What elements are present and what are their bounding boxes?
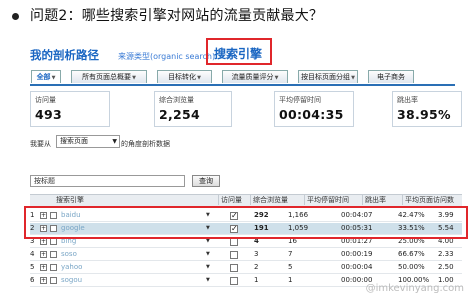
avg-time-cell: 00:00:19 <box>341 250 373 258</box>
visits-cell: 3 <box>254 250 259 258</box>
metric-value: 00:04:35 <box>279 107 344 122</box>
table-row[interactable]: 4 + soso ▼ 3 7 00:00:19 66.67% 2.33 <box>30 249 462 261</box>
tab-ecommerce[interactable]: 电子商务 <box>368 70 414 83</box>
dropdown-arrow-icon: ▼ <box>274 75 279 81</box>
watermark: @imkevinyang.com <box>365 283 464 294</box>
expand-icon[interactable]: + <box>40 238 47 245</box>
expand-icon[interactable]: + <box>40 277 47 284</box>
pages-cell: 2.33 <box>438 250 454 258</box>
row-select-box[interactable] <box>50 251 57 258</box>
engine-name[interactable]: soso <box>61 249 201 260</box>
metric-bounce-rate: 跳出率 38.95% <box>392 91 462 127</box>
bullet-icon <box>12 13 19 20</box>
metric-visits: 访问量 493 <box>30 91 110 127</box>
tab-goal-conversion[interactable]: 目标转化▼ <box>157 70 212 83</box>
metric-pageviews: 综合浏览量 2,254 <box>154 91 232 127</box>
dimension-select[interactable]: 搜索页面 ▼ <box>56 135 120 148</box>
metric-label: 综合浏览量 <box>159 96 194 104</box>
pageviews-cell: 1 <box>288 276 293 284</box>
col-pageviews[interactable]: 综合浏览量 <box>250 195 304 205</box>
metric-value: 493 <box>35 107 62 122</box>
avg-time-cell: 00:00:04 <box>341 263 373 271</box>
search-input[interactable]: 按标题 <box>30 175 185 187</box>
visits-cell: 2 <box>254 263 259 271</box>
table-row[interactable]: 5 + yahoo ▼ 2 5 00:00:04 50.00% 2.50 <box>30 262 462 274</box>
annotation-box-breadcrumb <box>206 38 272 65</box>
chevron-down-icon[interactable]: ▼ <box>206 275 212 286</box>
metric-label: 平均停留时间 <box>279 96 321 104</box>
question-heading: 问题2：哪些搜索引擎对网站的流量贡献最大？ <box>30 8 324 24</box>
tab-all[interactable]: 全部▼ <box>31 70 61 83</box>
annotation-box-top-engines <box>24 206 468 239</box>
compare-checkbox[interactable] <box>230 264 238 272</box>
metric-value: 38.95% <box>397 107 451 122</box>
expand-icon[interactable]: + <box>40 264 47 271</box>
row-number: 6 <box>30 276 35 284</box>
row-select-box[interactable] <box>50 238 57 245</box>
pages-cell: 2.50 <box>438 263 454 271</box>
row-number: 5 <box>30 263 35 271</box>
tab-landing-page-group[interactable]: 按目标页面分组▼ <box>298 70 358 83</box>
engine-name[interactable]: yahoo <box>61 262 201 273</box>
breadcrumb-root[interactable]: 我的剖析路径 <box>30 47 99 63</box>
pageviews-cell: 5 <box>288 263 293 271</box>
metric-avg-time: 平均停留时间 00:04:35 <box>274 91 354 127</box>
engine-name[interactable]: sogou <box>61 275 201 286</box>
compare-checkbox[interactable] <box>230 277 238 285</box>
expand-icon[interactable]: + <box>40 251 47 258</box>
metric-label: 访问量 <box>35 96 56 104</box>
tab-traffic-quality[interactable]: 流量质量评分▼ <box>222 70 288 83</box>
visits-cell: 1 <box>254 276 259 284</box>
col-visits[interactable]: 访问量 <box>218 195 250 205</box>
dropdown-arrow-icon: ▼ <box>351 75 355 81</box>
col-avg-time[interactable]: 平均停留时间 <box>304 195 362 205</box>
col-pages-per-visit[interactable]: 平均页面访问数 <box>402 195 462 205</box>
dropdown-arrow-icon: ▼ <box>197 75 201 81</box>
compare-checkbox[interactable] <box>230 238 238 246</box>
chevron-down-icon[interactable]: ▼ <box>206 249 212 260</box>
bounce-cell: 50.00% <box>398 263 425 271</box>
col-bounce-rate[interactable]: 跳出率 <box>362 195 402 205</box>
row-select-box[interactable] <box>50 277 57 284</box>
filter-prefix: 我要从 <box>30 140 51 148</box>
metric-label: 跳出率 <box>397 96 418 104</box>
pageviews-cell: 7 <box>288 250 293 258</box>
row-number: 4 <box>30 250 35 258</box>
compare-checkbox[interactable] <box>230 251 238 259</box>
bounce-cell: 66.67% <box>398 250 425 258</box>
search-button[interactable]: 查询 <box>192 175 220 187</box>
dropdown-arrow-icon: ▼ <box>132 75 136 81</box>
filter-suffix: 的角度剖析数据 <box>121 140 170 148</box>
tab-all-pages-summary[interactable]: 所有页面总概要▼ <box>71 70 147 83</box>
row-select-box[interactable] <box>50 264 57 271</box>
col-engine[interactable]: 搜索引擎 <box>54 195 212 205</box>
chevron-down-icon[interactable]: ▼ <box>206 262 212 273</box>
metric-value: 2,254 <box>159 107 201 122</box>
dropdown-arrow-icon: ▼ <box>51 75 56 81</box>
chevron-down-icon: ▼ <box>112 138 117 145</box>
